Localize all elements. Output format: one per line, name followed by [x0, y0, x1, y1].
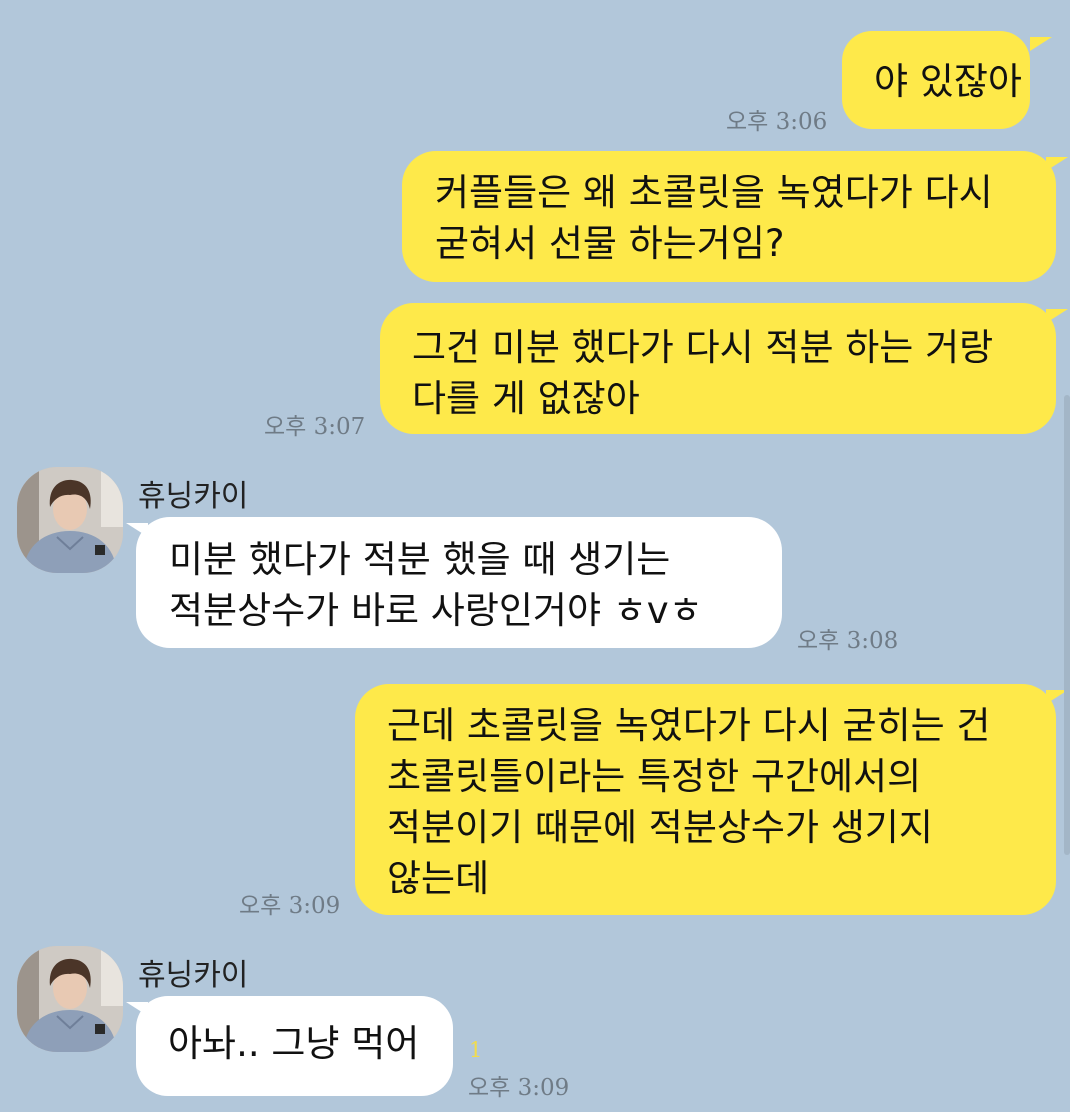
- their-message-bubble[interactable]: 미분 했다가 적분 했을 때 생기는 적분상수가 바로 사랑인거야 ㅎvㅎ: [136, 517, 782, 648]
- message-timestamp: 오후 3:09: [468, 1075, 570, 1101]
- bubble-tail: [1046, 309, 1068, 323]
- message-timestamp: 오후 3:07: [264, 414, 366, 440]
- scrollbar[interactable]: [1064, 395, 1070, 855]
- profile-avatar[interactable]: [17, 467, 123, 573]
- unread-count: 1: [469, 1038, 483, 1062]
- their-message-bubble[interactable]: 아놔.. 그냥 먹어: [136, 996, 453, 1096]
- bubble-tail: [126, 523, 148, 537]
- bubble-tail: [1046, 157, 1068, 171]
- my-message-bubble[interactable]: 근데 초콜릿을 녹였다가 다시 굳히는 건 초콜릿틀이라는 특정한 구간에서의 …: [355, 684, 1056, 915]
- profile-avatar[interactable]: [17, 946, 123, 1052]
- message-timestamp: 오후 3:09: [239, 893, 341, 919]
- message-timestamp: 오후 3:06: [726, 109, 828, 135]
- message-timestamp: 오후 3:08: [797, 628, 899, 654]
- bubble-tail: [1030, 37, 1052, 51]
- bubble-tail: [126, 1002, 148, 1016]
- my-message-bubble[interactable]: 커플들은 왜 초콜릿을 녹였다가 다시 굳혀서 선물 하는거임?: [402, 151, 1056, 282]
- my-message-bubble[interactable]: 야 있잖아: [842, 31, 1030, 129]
- person-photo-icon: [17, 946, 123, 1052]
- sender-name: 휴닝카이: [138, 479, 249, 514]
- person-photo-icon: [17, 467, 123, 573]
- my-message-bubble[interactable]: 그건 미분 했다가 다시 적분 하는 거랑 다를 게 없잖아: [380, 303, 1056, 434]
- sender-name: 휴닝카이: [138, 958, 249, 993]
